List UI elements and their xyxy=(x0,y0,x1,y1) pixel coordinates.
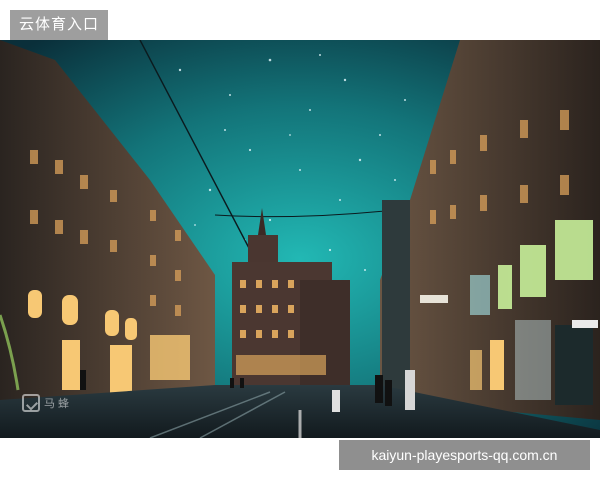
site-url-badge: kaiyun-playesports-qq.com.cn xyxy=(339,440,590,470)
street-photo xyxy=(0,40,600,438)
site-title-badge: 云体育入口 xyxy=(10,10,108,40)
image-icon xyxy=(22,394,40,412)
street-photo-illustration xyxy=(0,40,600,438)
watermark-text: 马 蜂 xyxy=(44,398,70,410)
photo-watermark: 马 蜂 xyxy=(22,394,69,412)
